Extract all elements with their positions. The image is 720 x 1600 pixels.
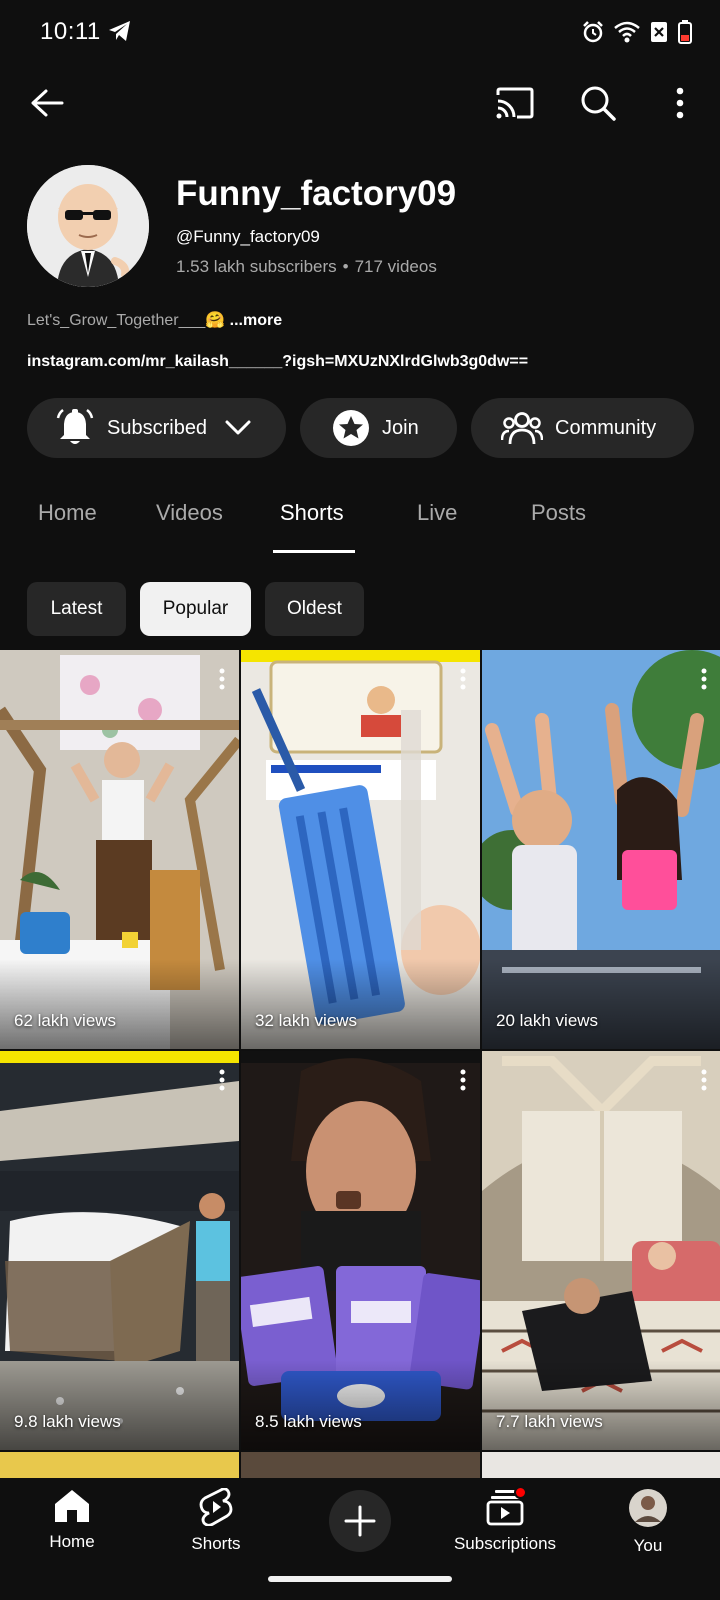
shorts-icon bbox=[199, 1488, 233, 1526]
nav-you-label: You bbox=[633, 1536, 663, 1555]
more-vertical-icon bbox=[460, 668, 466, 690]
community-button[interactable]: Community bbox=[471, 398, 694, 458]
short-menu-button[interactable] bbox=[219, 1069, 225, 1096]
plus-icon bbox=[344, 1505, 376, 1537]
thumbnail-shade bbox=[0, 1360, 239, 1450]
thumbnail-shade bbox=[241, 959, 480, 1049]
thumbnail-shade bbox=[482, 1360, 720, 1450]
telegram-icon bbox=[108, 20, 132, 47]
create-button[interactable] bbox=[329, 1490, 391, 1552]
community-label: Community bbox=[555, 416, 657, 439]
chip-popular[interactable]: Popular bbox=[140, 582, 251, 636]
channel-link[interactable]: instagram.com/mr_kailash______?igsh=MXUz… bbox=[27, 353, 528, 371]
short-menu-button[interactable] bbox=[219, 668, 225, 695]
short-menu-button[interactable] bbox=[460, 1069, 466, 1096]
shorts-grid: 62 lakh views 32 lakh views 20 lakh view… bbox=[0, 650, 720, 1480]
short-view-count: 7.7 lakh views bbox=[496, 1412, 603, 1431]
tab-home[interactable]: Home bbox=[38, 500, 97, 526]
notification-dot bbox=[514, 1486, 527, 1499]
subscriber-count: 1.53 lakh subscribers bbox=[176, 257, 337, 276]
more-vertical-icon bbox=[219, 668, 225, 690]
chevron-down-icon bbox=[225, 420, 251, 435]
short-view-count: 9.8 lakh views bbox=[14, 1412, 121, 1431]
short-view-count: 20 lakh views bbox=[496, 1011, 599, 1030]
subscribed-label: Subscribed bbox=[107, 416, 208, 439]
star-badge-icon bbox=[333, 410, 369, 446]
alarm-icon bbox=[582, 21, 604, 48]
tab-posts[interactable]: Posts bbox=[531, 500, 586, 526]
tab-live[interactable]: Live bbox=[417, 500, 457, 526]
meta-separator: • bbox=[342, 257, 349, 276]
tab-videos[interactable]: Videos bbox=[156, 500, 223, 526]
channel-description[interactable]: Let's_Grow_Together___🤗 ...more bbox=[27, 310, 282, 330]
short-thumbnail[interactable]: 62 lakh views bbox=[0, 650, 239, 1049]
nav-subscriptions[interactable]: Subscriptions bbox=[435, 1486, 575, 1554]
tab-shorts[interactable]: Shorts bbox=[280, 500, 344, 526]
wifi-icon bbox=[614, 21, 640, 48]
status-bar: 10:11 bbox=[0, 0, 720, 64]
short-thumbnail[interactable]: 32 lakh views bbox=[241, 650, 480, 1049]
status-icons bbox=[582, 20, 692, 49]
more-link[interactable]: ...more bbox=[230, 312, 282, 329]
video-count: 717 videos bbox=[354, 257, 437, 276]
nav-you[interactable]: You bbox=[578, 1488, 718, 1556]
cast-icon bbox=[496, 87, 534, 119]
short-thumbnail[interactable] bbox=[241, 1452, 480, 1480]
short-view-count: 32 lakh views bbox=[255, 1011, 358, 1030]
nav-home[interactable]: Home bbox=[2, 1488, 142, 1552]
more-vertical-icon bbox=[219, 1069, 225, 1091]
thumbnail-shade bbox=[241, 1360, 480, 1450]
more-vertical-icon bbox=[701, 1069, 707, 1091]
short-thumbnail[interactable] bbox=[482, 1452, 720, 1480]
bell-icon bbox=[56, 409, 94, 444]
cast-button[interactable] bbox=[487, 75, 543, 131]
subscriptions-icon-wrap bbox=[485, 1486, 527, 1526]
short-thumbnail[interactable]: 20 lakh views bbox=[482, 650, 720, 1049]
status-time: 10:11 bbox=[40, 18, 101, 45]
profile-avatar-icon bbox=[629, 1489, 667, 1527]
more-vertical-icon bbox=[701, 668, 707, 690]
channel-tabs: Home Videos Shorts Live Posts bbox=[0, 490, 720, 554]
subscribed-button[interactable]: Subscribed bbox=[27, 398, 286, 458]
community-icon bbox=[501, 412, 543, 445]
thumbnail-shade bbox=[482, 959, 720, 1049]
more-options-button[interactable] bbox=[652, 75, 708, 131]
app-bar bbox=[0, 70, 720, 140]
more-vertical-icon bbox=[676, 87, 684, 119]
back-button[interactable] bbox=[19, 75, 75, 131]
short-menu-button[interactable] bbox=[701, 668, 707, 695]
more-vertical-icon bbox=[460, 1069, 466, 1091]
short-view-count: 62 lakh views bbox=[14, 1011, 117, 1030]
short-menu-button[interactable] bbox=[460, 668, 466, 695]
gesture-home-indicator[interactable] bbox=[268, 1576, 452, 1582]
battery-icon bbox=[678, 20, 692, 49]
description-text: Let's_Grow_Together___🤗 bbox=[27, 312, 226, 329]
chip-oldest[interactable]: Oldest bbox=[265, 582, 364, 636]
short-menu-button[interactable] bbox=[701, 1069, 707, 1096]
search-icon bbox=[581, 86, 616, 121]
short-thumbnail[interactable]: 9.8 lakh views bbox=[0, 1051, 239, 1450]
nav-shorts-label: Shorts bbox=[191, 1534, 241, 1553]
join-button[interactable]: Join bbox=[300, 398, 457, 458]
chip-latest[interactable]: Latest bbox=[27, 582, 126, 636]
home-icon bbox=[55, 1490, 89, 1522]
short-thumbnail[interactable]: 7.7 lakh views bbox=[482, 1051, 720, 1450]
no-sim-icon bbox=[650, 21, 668, 48]
short-thumbnail[interactable]: 8.5 lakh views bbox=[241, 1051, 480, 1450]
join-label: Join bbox=[382, 416, 419, 439]
short-thumbnail[interactable] bbox=[0, 1452, 239, 1480]
nav-subscriptions-label: Subscriptions bbox=[453, 1534, 557, 1553]
short-view-count: 8.5 lakh views bbox=[255, 1412, 362, 1431]
channel-stats: 1.53 lakh subscribers • 717 videos bbox=[176, 257, 437, 277]
boss-baby-avatar-icon bbox=[27, 165, 149, 287]
nav-shorts[interactable]: Shorts bbox=[146, 1488, 286, 1554]
channel-handle: @Funny_factory09 bbox=[176, 227, 320, 246]
nav-home-label: Home bbox=[49, 1532, 95, 1551]
channel-name: Funny_factory09 bbox=[176, 174, 457, 213]
active-tab-indicator bbox=[273, 550, 355, 553]
thumbnail-shade bbox=[0, 959, 239, 1049]
search-button[interactable] bbox=[570, 75, 626, 131]
channel-avatar[interactable] bbox=[27, 165, 149, 287]
back-arrow-icon bbox=[31, 89, 64, 117]
